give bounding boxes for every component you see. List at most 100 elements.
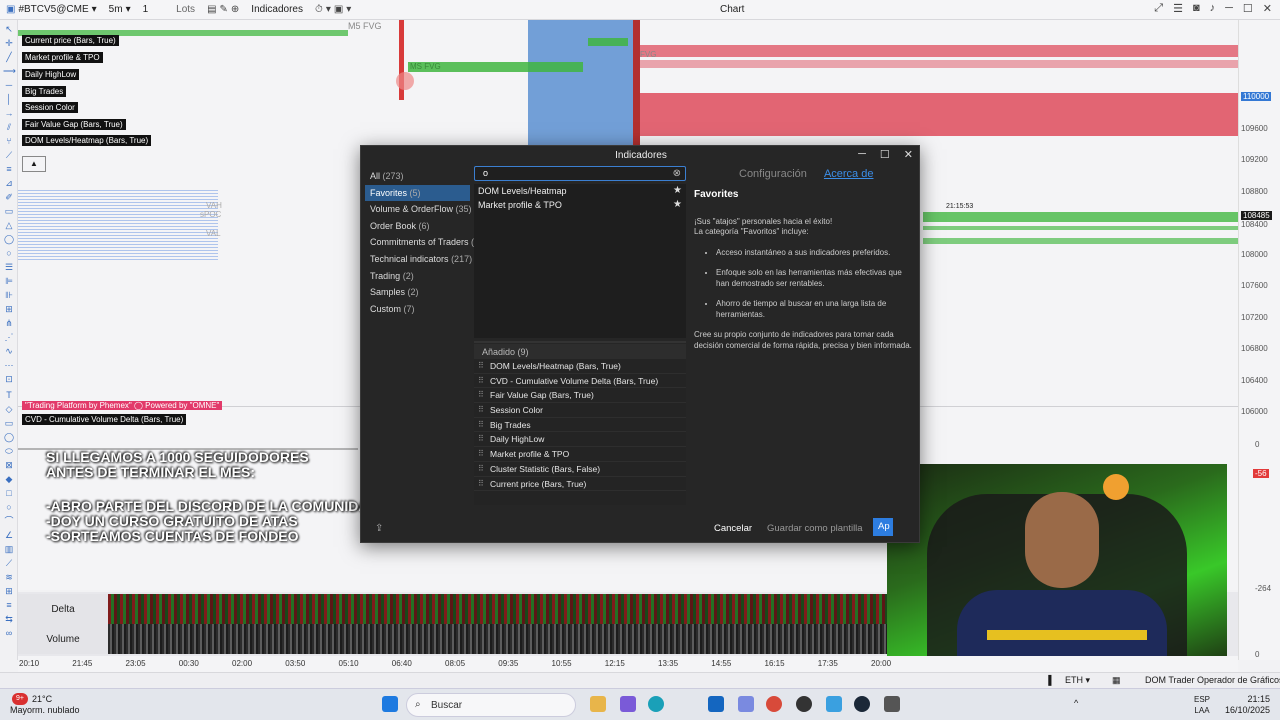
dots-icon[interactable]: ⋯ xyxy=(3,360,15,370)
chart-bars-icon[interactable]: ▥ xyxy=(3,544,15,554)
category-item[interactable]: Trading (2) xyxy=(365,268,470,285)
added-indicator-item[interactable]: DOM Levels/Heatmap (Bars, True) xyxy=(474,359,686,374)
time-axis[interactable]: 20:10 21:45 23:05 00:30 02:00 03:50 05:10 06:40… xyxy=(18,656,1238,672)
cancel-button[interactable]: Cancelar xyxy=(714,523,752,534)
fib-icon[interactable]: ≡ xyxy=(3,164,15,174)
category-item[interactable]: Order Book (6) xyxy=(365,218,470,235)
symbol-selector[interactable]: ▣ #BTCV5@CME ▾ xyxy=(0,0,103,20)
list-icon[interactable]: ☰ xyxy=(1173,2,1183,15)
curve-icon[interactable]: ⌒ xyxy=(3,516,15,526)
tag-icon[interactable]: ◇ xyxy=(3,404,15,414)
brush-icon[interactable]: ✐ xyxy=(3,192,15,202)
calendar-icon[interactable]: ▦ xyxy=(1112,675,1121,686)
pin-icon[interactable]: ⤢ xyxy=(1154,2,1163,15)
app-icon[interactable] xyxy=(796,696,812,712)
chart-tools-buttons[interactable]: ▤ ✎ ⊕ xyxy=(201,0,245,20)
profile-icon[interactable]: ⊫ xyxy=(3,276,15,286)
ellipse-icon[interactable]: ◯ xyxy=(3,234,15,244)
favorite-star-icon[interactable]: ★ xyxy=(673,198,682,212)
rectangle-icon[interactable]: ▭ xyxy=(3,206,15,216)
currency-selector[interactable]: ETH ▾ xyxy=(1065,675,1090,686)
legend-cvd[interactable]: CVD - Cumulative Volume Delta (Bars, Tru… xyxy=(22,414,187,425)
templates-button[interactable]: ⏱ ▾ ▣ ▾ xyxy=(309,0,357,20)
cursor-icon[interactable]: ↖ xyxy=(3,24,15,34)
indicators-button[interactable]: Indicadores xyxy=(245,0,309,20)
zigzag-icon[interactable]: ⋰ xyxy=(3,332,15,342)
waves-icon[interactable]: ≋ xyxy=(3,572,15,582)
camera-icon[interactable]: ◙ xyxy=(1193,2,1200,15)
callout-icon[interactable]: ⬭ xyxy=(3,446,15,456)
trend-icon[interactable]: ⟋ xyxy=(3,150,15,160)
added-indicator-item[interactable]: Session Color xyxy=(474,403,686,418)
quantity-field[interactable]: 1 xyxy=(137,0,155,20)
levels-icon[interactable]: ☰ xyxy=(3,262,15,272)
text-tool-icon[interactable]: T xyxy=(3,390,15,400)
layout-icon[interactable]: ▤ xyxy=(207,4,216,15)
category-item[interactable]: Favorites (5) xyxy=(365,184,470,202)
bell-icon[interactable]: ♪ xyxy=(1210,2,1216,15)
outlook-icon[interactable] xyxy=(708,696,724,712)
steam-icon[interactable] xyxy=(854,696,870,712)
dom-trader-button[interactable]: DOM Trader xyxy=(1145,675,1195,685)
note-icon[interactable]: ◯ xyxy=(3,432,15,442)
close-icon[interactable]: ✕ xyxy=(1263,2,1272,15)
legend-big-trades[interactable]: Big Trades xyxy=(22,86,67,97)
legend-daily-highlow[interactable]: Daily HighLow xyxy=(22,69,80,80)
fork-icon[interactable]: ⑂ xyxy=(3,136,15,146)
legend-market-profile[interactable]: Market profile & TPO xyxy=(22,52,103,63)
crosshair-icon[interactable]: ✛ xyxy=(3,38,15,48)
close-icon[interactable]: ✕ xyxy=(904,148,913,161)
indicator-search-input[interactable]: o ⊗ xyxy=(474,166,686,181)
scroll-handle[interactable]: ▐ xyxy=(1045,675,1051,685)
volume-profile-icon[interactable]: ⊪ xyxy=(3,290,15,300)
vertical-line-icon[interactable]: │ xyxy=(3,94,15,104)
shuffle-icon[interactable]: ⇆ xyxy=(3,614,15,624)
tab-configuration[interactable]: Configuración xyxy=(739,168,807,180)
result-item[interactable]: Market profile & TPO ★ xyxy=(474,198,686,212)
atas-icon[interactable] xyxy=(826,696,842,712)
draw-pencil-icon[interactable]: ✎ xyxy=(220,4,228,15)
favorite-star-icon[interactable]: ★ xyxy=(673,184,682,198)
clear-search-icon[interactable]: ⊗ xyxy=(673,167,681,180)
legend-dom-levels[interactable]: DOM Levels/Heatmap (Bars, True) xyxy=(22,135,152,146)
minimize-icon[interactable]: ─ xyxy=(1225,2,1233,15)
language-indicator[interactable]: ESP LAA xyxy=(1194,694,1210,716)
wave-icon[interactable]: ∿ xyxy=(3,346,15,356)
added-indicator-item[interactable]: Market profile & TPO xyxy=(474,447,686,462)
added-indicator-item[interactable]: CVD - Cumulative Volume Delta (Bars, Tru… xyxy=(474,374,686,389)
copilot-icon[interactable] xyxy=(620,696,636,712)
tray-app-icon[interactable] xyxy=(884,696,900,712)
comment-icon[interactable]: ▭ xyxy=(3,418,15,428)
file-explorer-icon[interactable] xyxy=(590,696,606,712)
taskbar-search[interactable]: ⌕ Buscar xyxy=(406,693,576,717)
system-clock[interactable]: 21:15 16/10/2025 xyxy=(1225,694,1270,716)
line-tool-icon[interactable]: ╱ xyxy=(3,52,15,62)
ruler-icon[interactable]: ⊿ xyxy=(3,178,15,188)
channel-icon[interactable]: ⫽ xyxy=(3,122,15,132)
splitter-handle[interactable] xyxy=(474,341,686,343)
measure-icon[interactable]: ⊞ xyxy=(3,304,15,314)
store-icon[interactable] xyxy=(738,696,754,712)
zoom-icon[interactable]: ⊕ xyxy=(231,4,239,15)
category-item[interactable]: Custom (7) xyxy=(365,301,470,318)
legend-fair-value-gap[interactable]: Fair Value Gap (Bars, True) xyxy=(22,119,126,130)
edge-icon[interactable] xyxy=(648,696,664,712)
added-indicator-item[interactable]: Daily HighLow xyxy=(474,432,686,448)
windows-start-icon[interactable] xyxy=(382,696,398,712)
tray-chevron-icon[interactable]: ^ xyxy=(1074,698,1078,708)
category-item[interactable]: Volume & OrderFlow (35) xyxy=(365,201,472,218)
legend-current-price[interactable]: Current price (Bars, True) xyxy=(22,35,119,46)
category-item[interactable]: Commitments of Traders (4) xyxy=(365,234,482,251)
stack-icon[interactable]: ≡ xyxy=(3,600,15,610)
minimize-icon[interactable]: ─ xyxy=(858,148,866,161)
added-indicator-item[interactable]: Fair Value Gap (Bars, True) xyxy=(474,388,686,404)
export-icon[interactable]: ⇪ xyxy=(375,523,383,534)
horizontal-line-icon[interactable]: ─ xyxy=(3,80,15,90)
apply-button[interactable]: Ap xyxy=(873,518,893,536)
grid-icon[interactable]: ⊞ xyxy=(3,586,15,596)
triangle-icon[interactable]: △ xyxy=(3,220,15,230)
circle-icon[interactable]: ○ xyxy=(3,248,15,258)
maximize-icon[interactable]: ☐ xyxy=(1243,2,1253,15)
square-icon[interactable]: □ xyxy=(3,488,15,498)
chart-operator-button[interactable]: Operador de Gráficos xyxy=(1197,675,1280,685)
